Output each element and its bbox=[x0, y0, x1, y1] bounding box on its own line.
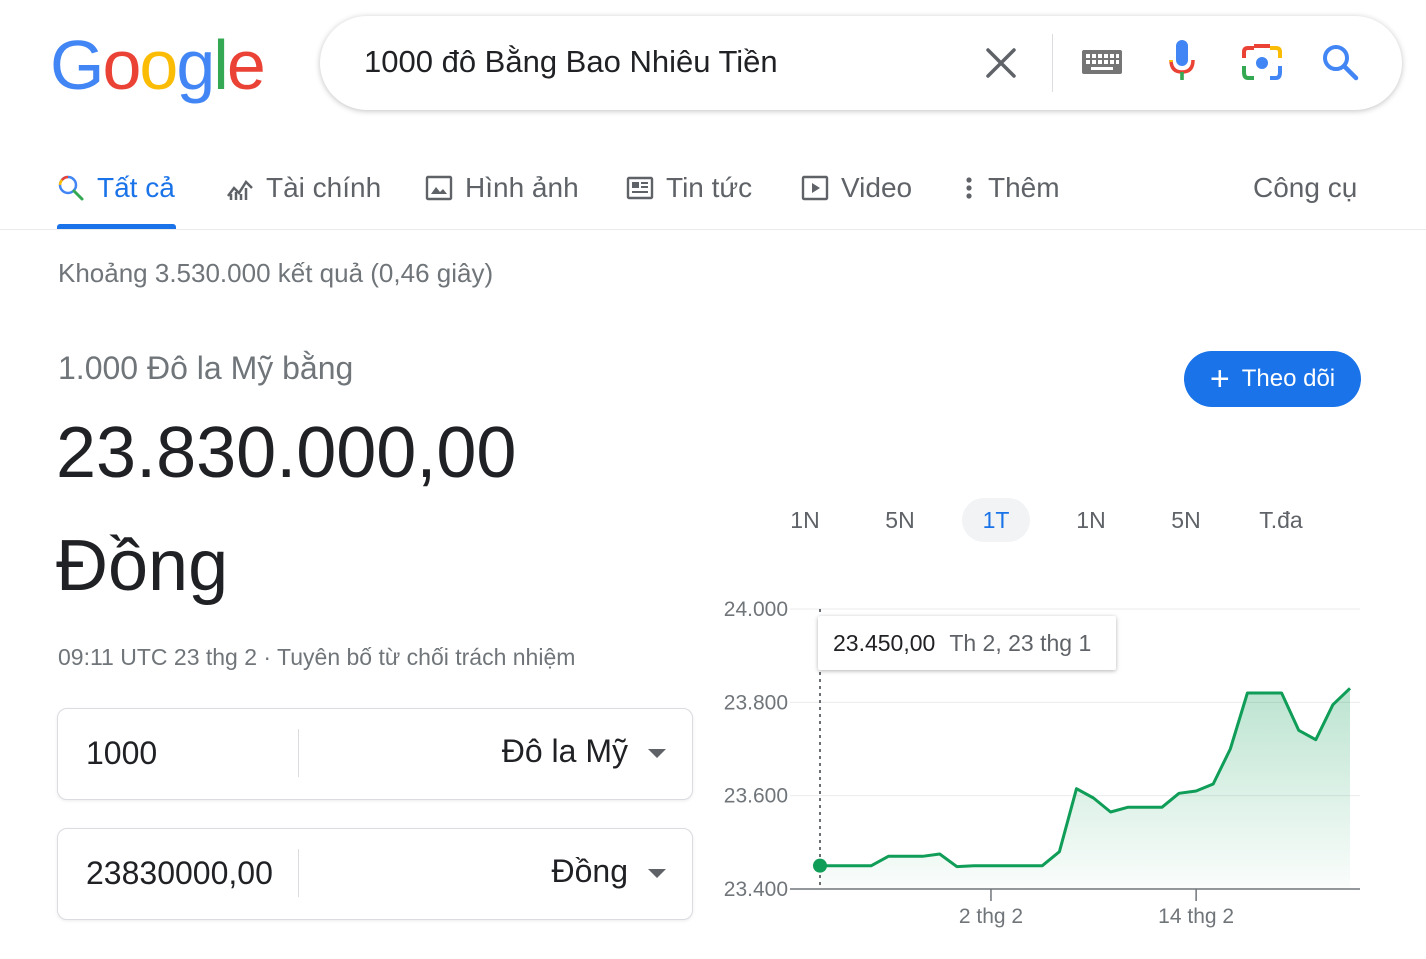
range-5y[interactable]: 5N bbox=[1152, 498, 1220, 542]
keyboard-icon[interactable] bbox=[1082, 50, 1122, 74]
range-5d[interactable]: 5N bbox=[866, 498, 934, 542]
conversion-result-value: 23.830.000,00 bbox=[56, 413, 517, 493]
range-1y[interactable]: 1N bbox=[1057, 498, 1125, 542]
x-tick-label: 2 thg 2 bbox=[959, 905, 1023, 928]
from-currency-row: 1000 Đô la Mỹ bbox=[57, 708, 693, 800]
microphone-icon[interactable] bbox=[1168, 40, 1196, 84]
tooltip-value: 23.450,00 bbox=[833, 629, 936, 656]
plus-icon: + bbox=[1209, 360, 1230, 398]
tab-label: Tất cả bbox=[97, 172, 175, 203]
tabs-divider bbox=[0, 229, 1426, 230]
chart-area-fill bbox=[820, 688, 1350, 889]
search-icon[interactable] bbox=[1320, 42, 1360, 82]
range-1m[interactable]: 1T bbox=[962, 498, 1030, 542]
hover-point bbox=[813, 858, 827, 873]
conversion-from-label: 1.000 Đô la Mỹ bằng bbox=[58, 350, 354, 386]
tooltip-date: Th 2, 23 thg 1 bbox=[949, 629, 1092, 656]
dropdown-arrow-icon[interactable] bbox=[648, 869, 666, 878]
conversion-timestamp[interactable]: 09:11 UTC 23 thg 2 · Tuyên bố từ chối tr… bbox=[58, 644, 575, 671]
to-currency-select[interactable]: Đồng bbox=[552, 853, 629, 890]
camera-lens-icon[interactable] bbox=[1240, 42, 1284, 82]
row-separator bbox=[298, 849, 299, 897]
y-tick-label: 23.400 bbox=[724, 878, 788, 901]
search-input[interactable]: 1000 đô Bằng Bao Nhiêu Tiền bbox=[364, 44, 778, 80]
dropdown-arrow-icon[interactable] bbox=[648, 749, 666, 758]
y-tick-label: 24.000 bbox=[724, 598, 788, 621]
conversion-result-unit: Đồng bbox=[56, 526, 229, 606]
to-amount-input[interactable]: 23830000,00 bbox=[86, 855, 273, 892]
to-currency-row: 23830000,00 Đồng bbox=[57, 828, 693, 920]
search-box[interactable]: 1000 đô Bằng Bao Nhiêu Tiền bbox=[320, 16, 1402, 110]
follow-label: Theo dõi bbox=[1241, 365, 1336, 392]
clear-icon[interactable] bbox=[984, 46, 1018, 80]
follow-button[interactable]: + Theo dõi bbox=[1184, 351, 1361, 407]
tab-label: Hình ảnh bbox=[465, 172, 579, 203]
result-stats: Khoảng 3.530.000 kết quả (0,46 giây) bbox=[58, 258, 494, 288]
y-tick-label: 23.600 bbox=[724, 785, 788, 808]
image-icon bbox=[425, 175, 453, 201]
news-icon bbox=[626, 176, 654, 200]
y-tick-label: 23.800 bbox=[724, 691, 788, 714]
x-tick-label: 14 thg 2 bbox=[1158, 905, 1234, 928]
more-vert-icon bbox=[966, 177, 972, 199]
search-divider bbox=[1052, 34, 1053, 92]
search-icon bbox=[58, 175, 84, 201]
tab-video[interactable]: Video bbox=[801, 168, 912, 208]
tools-button[interactable]: Công cụ bbox=[1253, 168, 1357, 208]
video-icon bbox=[801, 175, 829, 201]
range-1d[interactable]: 1N bbox=[771, 498, 839, 542]
tab-all[interactable]: Tất cả bbox=[57, 168, 175, 208]
tab-label: Thêm bbox=[988, 172, 1060, 203]
chart-tooltip: 23.450,00 Th 2, 23 thg 1 bbox=[818, 616, 1116, 670]
tab-news[interactable]: Tin tức bbox=[626, 168, 752, 208]
from-currency-select[interactable]: Đô la Mỹ bbox=[502, 733, 628, 770]
tab-label: Tin tức bbox=[666, 172, 753, 203]
tab-more[interactable]: Thêm bbox=[962, 168, 1060, 208]
tab-images[interactable]: Hình ảnh bbox=[425, 168, 579, 208]
finance-chart-icon bbox=[227, 180, 253, 200]
tab-finance[interactable]: Tài chính bbox=[226, 168, 381, 208]
row-separator bbox=[298, 729, 299, 777]
google-logo[interactable]: Google bbox=[50, 30, 266, 100]
tab-label: Tài chính bbox=[266, 172, 382, 203]
range-max[interactable]: T.đa bbox=[1247, 498, 1315, 542]
tab-label: Video bbox=[841, 172, 913, 203]
from-amount-input[interactable]: 1000 bbox=[86, 735, 157, 772]
